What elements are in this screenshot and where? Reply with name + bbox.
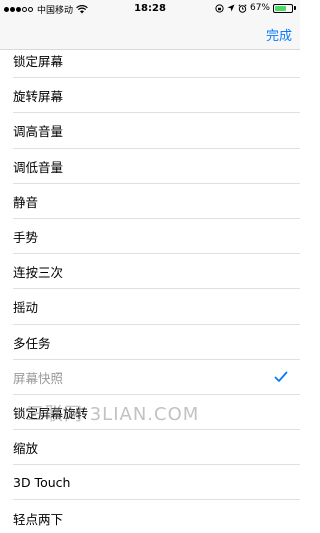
list-item[interactable]: 调高音量 <box>0 113 300 149</box>
status-bar: 中国移动 18:28 67% <box>0 0 300 18</box>
list-item-label: 摇动 <box>13 300 39 316</box>
list-item-label: 3D Touch <box>13 475 71 491</box>
list-item-label: 轻点两下 <box>13 511 64 527</box>
list-item[interactable]: 旋转屏幕 <box>0 78 300 114</box>
list-item-label: 旋转屏幕 <box>13 89 64 105</box>
watermark: 三联网 3LIAN.COM <box>26 404 200 425</box>
list-item[interactable]: 多任务 <box>0 325 300 360</box>
list-item[interactable]: 缩放 <box>0 430 300 466</box>
alarm-icon <box>238 3 247 13</box>
list-item[interactable]: 摇动 <box>0 289 300 325</box>
list-item[interactable]: 静音 <box>0 184 300 220</box>
checkmark-icon <box>274 371 288 382</box>
list-item[interactable]: 手势 <box>0 219 300 255</box>
status-right: 67% <box>215 3 296 13</box>
list-item-label: 屏幕快照 <box>13 370 64 386</box>
list-item-label: 缩放 <box>13 441 39 457</box>
battery-percent: 67% <box>249 3 270 13</box>
list-item[interactable]: 3D Touch <box>0 465 300 501</box>
rotation-lock-icon <box>215 3 224 13</box>
battery-icon <box>273 3 293 13</box>
list-item-label: 锁定屏幕 <box>13 54 64 70</box>
location-icon <box>227 4 235 12</box>
list-item-label: 静音 <box>13 194 39 210</box>
list-item-label: 调低音量 <box>13 159 64 175</box>
action-list: 锁定屏幕 旋转屏幕 调高音量 调低音量 静音 手势 连按三次 摇动 多任务 屏幕快照 锁定屏幕旋转缩… <box>0 43 300 533</box>
list-item[interactable]: 轻点两下 <box>0 500 300 533</box>
list-item-label: 手势 <box>13 230 39 246</box>
list-item[interactable]: 连按三次 <box>0 254 300 290</box>
list-item[interactable]: 屏幕快照 <box>0 360 300 396</box>
list-item-label: 多任务 <box>13 335 51 351</box>
list-item-label: 调高音量 <box>13 124 64 140</box>
list-item[interactable]: 调低音量 <box>0 149 300 184</box>
list-item-label: 连按三次 <box>13 265 64 281</box>
list-item[interactable]: 锁定屏幕 <box>0 43 300 79</box>
done-button[interactable]: 完成 <box>266 25 292 44</box>
